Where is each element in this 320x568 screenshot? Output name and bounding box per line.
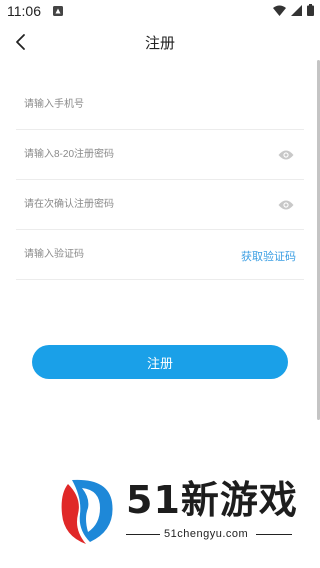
- register-button[interactable]: 注册: [32, 345, 288, 379]
- watermark-divider-left: [126, 534, 160, 535]
- confirm-password-input[interactable]: [24, 180, 254, 229]
- phone-input[interactable]: [24, 80, 254, 129]
- brand-logo-icon: [61, 479, 113, 544]
- verification-code-input[interactable]: [24, 230, 254, 279]
- password-input[interactable]: [24, 130, 254, 179]
- password-field-row: [16, 130, 304, 180]
- top-app-bar: 注册: [0, 24, 320, 58]
- page-title: 注册: [144, 35, 175, 52]
- status-time: 11:06: [7, 3, 41, 19]
- get-code-button[interactable]: 获取验证码: [241, 248, 296, 264]
- battery-icon: [307, 4, 314, 16]
- watermark-brand: 51新游戏: [126, 478, 298, 522]
- wifi-icon: [273, 5, 286, 16]
- status-icons: [273, 4, 314, 16]
- confirm-password-field-row: [16, 180, 304, 230]
- cellular-signal-icon: [291, 4, 302, 16]
- phone-field-row: [16, 80, 304, 130]
- register-form: 获取验证码: [16, 80, 304, 280]
- status-bar: 11:06: [0, 0, 320, 24]
- watermark-divider-right: [256, 534, 292, 535]
- eye-icon[interactable]: [278, 199, 294, 211]
- notification-app-icon: [53, 6, 63, 16]
- eye-icon[interactable]: [278, 149, 294, 161]
- watermark-domain: 51chengyu.com: [164, 528, 249, 540]
- watermark: 51新游戏 51chengyu.com: [60, 474, 300, 546]
- verification-code-field-row: 获取验证码: [16, 230, 304, 280]
